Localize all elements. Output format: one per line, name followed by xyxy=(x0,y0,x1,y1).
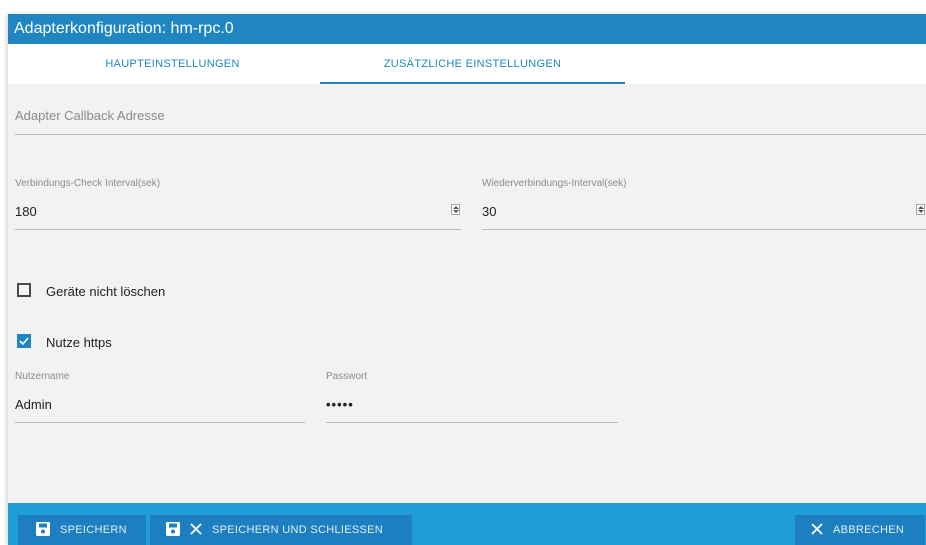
username-value[interactable]: Admin xyxy=(15,397,52,412)
close-icon xyxy=(811,522,823,538)
bottom-bar: SPEICHERN SPEICHERN UND SCHLIESSEN ABBRE… xyxy=(8,503,926,545)
tab-additional-settings[interactable]: ZUSÄTZLICHE EINSTELLUNGEN xyxy=(320,44,625,84)
check-interval-label: Verbindungs-Check Interval(sek) xyxy=(15,178,161,189)
username-field[interactable]: Nutzername Admin xyxy=(15,371,305,423)
check-interval-field[interactable]: Verbindungs-Check Interval(sek) 180 xyxy=(15,178,461,230)
tab-bar: HAUPTEINSTELLUNGEN ZUSÄTZLICHE EINSTELLU… xyxy=(8,44,926,84)
save-icon xyxy=(166,521,180,539)
use-https-label[interactable]: Nutze https xyxy=(46,335,112,350)
save-and-close-button-label: SPEICHERN UND SCHLIESSEN xyxy=(212,524,384,536)
cancel-button-label: ABBRECHEN xyxy=(833,524,905,536)
dont-delete-checkbox[interactable] xyxy=(17,283,31,297)
callback-address-field[interactable]: Adapter Callback Adresse xyxy=(15,102,926,135)
check-interval-value[interactable]: 180 xyxy=(15,204,37,219)
dialog-title: Adapterkonfiguration: hm-rpc.0 xyxy=(8,14,926,44)
save-and-close-button[interactable]: SPEICHERN UND SCHLIESSEN xyxy=(150,515,412,545)
save-icon xyxy=(36,521,50,539)
username-label: Nutzername xyxy=(15,371,70,382)
password-field[interactable]: Passwort ••••• xyxy=(326,371,618,423)
save-button-label: SPEICHERN xyxy=(60,524,127,536)
password-value[interactable]: ••••• xyxy=(326,397,354,412)
close-icon xyxy=(190,522,202,538)
reconnect-interval-label: Wiederverbindungs-Interval(sek) xyxy=(482,178,627,189)
adapter-config-dialog: Adapterkonfiguration: hm-rpc.0 HAUPTEINS… xyxy=(8,14,926,545)
check-interval-spinner-icon[interactable] xyxy=(451,204,460,215)
save-button[interactable]: SPEICHERN xyxy=(18,515,146,545)
dont-delete-label[interactable]: Geräte nicht löschen xyxy=(46,284,165,299)
tab-main-settings[interactable]: HAUPTEINSTELLUNGEN xyxy=(20,44,325,84)
cancel-button[interactable]: ABBRECHEN xyxy=(795,515,925,545)
reconnect-interval-spinner-icon[interactable] xyxy=(916,204,925,215)
reconnect-interval-field[interactable]: Wiederverbindungs-Interval(sek) 30 xyxy=(482,178,926,230)
use-https-checkbox[interactable] xyxy=(17,334,31,348)
password-label: Passwort xyxy=(326,371,368,382)
callback-address-placeholder: Adapter Callback Adresse xyxy=(15,108,165,123)
checkmark-icon xyxy=(19,337,29,346)
reconnect-interval-value[interactable]: 30 xyxy=(482,204,496,219)
